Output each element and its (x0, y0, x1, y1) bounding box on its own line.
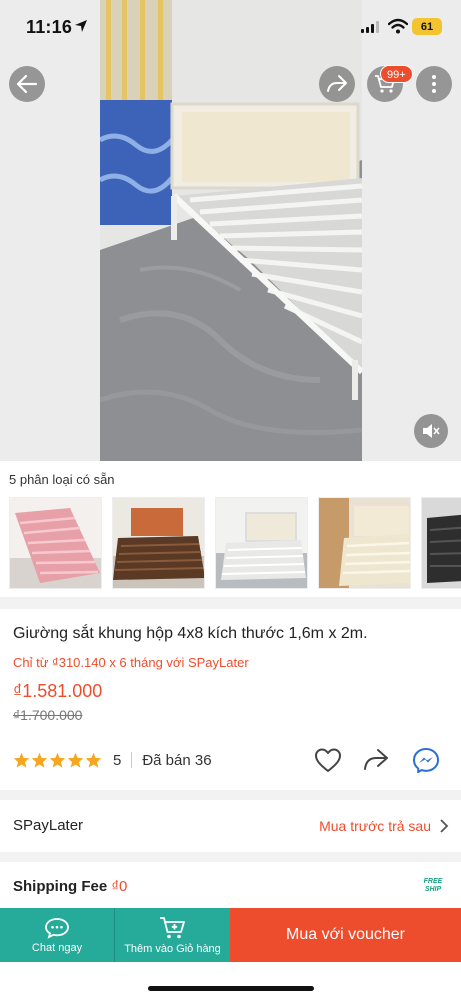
star-icon (49, 752, 66, 768)
variant-thumb-white[interactable] (215, 497, 308, 589)
battery-indicator: 61 (412, 18, 442, 35)
add-to-cart-button[interactable]: Thêm vào Giỏ hàng (115, 908, 230, 962)
cart-count-badge: 99+ (380, 65, 413, 83)
spaylater-value: Mua trước trả sau (319, 818, 431, 834)
add-to-cart-icon (159, 916, 185, 938)
star-icon (85, 752, 102, 768)
product-info: Giường sắt khung hộp 4x8 kích thước 1,6m… (0, 609, 461, 790)
variants-title: 5 phân loại có sẵn (9, 472, 115, 487)
variant-thumb-pink[interactable] (9, 497, 102, 589)
cellular-signal-icon (361, 21, 379, 33)
divider (131, 752, 133, 768)
arrow-left-icon (16, 74, 38, 94)
rating-row[interactable]: 5 Đã bán 36 (13, 749, 212, 771)
product-photo[interactable] (100, 0, 362, 461)
product-title: Giường sắt khung hộp 4x8 kích thước 1,6m… (13, 625, 368, 642)
more-vertical-icon (432, 75, 436, 93)
mute-button[interactable] (414, 414, 448, 448)
buy-with-voucher-button[interactable]: Mua với voucher (230, 908, 461, 962)
star-icon (13, 752, 30, 768)
variant-thumb-brown[interactable] (112, 497, 205, 589)
heart-icon[interactable] (314, 747, 342, 773)
free-ship-badge: FREE SHIP (421, 878, 445, 894)
product-price: ₫1.581.000 (13, 681, 103, 701)
share-icon[interactable] (362, 747, 390, 773)
home-indicator-area (0, 962, 461, 1000)
more-options-button[interactable] (416, 66, 452, 102)
rating-value: 5 (113, 751, 122, 769)
add-to-cart-label: Thêm vào Giỏ hàng (124, 942, 221, 955)
back-button[interactable] (9, 66, 45, 102)
variants-section: 5 phân loại có sẵn (0, 461, 461, 597)
home-indicator[interactable] (148, 986, 314, 991)
variant-thumb-cream[interactable] (318, 497, 411, 589)
bottom-action-bar: Chat ngay Thêm vào Giỏ hàng Mua với vouc… (0, 908, 461, 962)
share-arrow-icon (327, 75, 347, 92)
status-time: 11:16 (26, 17, 73, 37)
share-button[interactable] (319, 66, 355, 102)
chat-bubble-icon (45, 917, 69, 939)
star-icon (67, 752, 84, 768)
spaylater-row[interactable]: SPayLater Mua trước trả sau (0, 800, 461, 852)
product-media[interactable]: 99+ (0, 0, 461, 461)
shipping-row[interactable]: Shipping Fee ₫0 FREE SHIP (0, 862, 461, 908)
sold-count: Đã bán 36 (142, 751, 212, 769)
rating-stars (13, 752, 102, 768)
shipping-fee-label: Shipping Fee (13, 878, 108, 895)
product-original-price: ₫1.700.000 (13, 707, 83, 723)
variant-thumbnails (9, 497, 461, 589)
wifi-icon (388, 18, 408, 34)
free-ship-line2: SHIP (424, 886, 442, 893)
chat-now-button[interactable]: Chat ngay (0, 908, 115, 962)
location-arrow-icon (75, 20, 87, 32)
shipping-label: Shipping Fee ₫0 (13, 878, 127, 895)
chat-now-label: Chat ngay (31, 941, 83, 954)
product-page: 99+ 11:16 61 5 phân loại có sẵn Giường s… (0, 0, 461, 1000)
chevron-right-icon (440, 819, 449, 833)
spaylater-label: SPayLater (13, 817, 84, 834)
status-bar: 11:16 61 (0, 0, 461, 56)
messenger-icon[interactable] (412, 747, 440, 773)
star-icon (31, 752, 48, 768)
speaker-mute-icon (423, 424, 440, 438)
spaylater-installment-text[interactable]: Chỉ từ ₫310.140 x 6 tháng với SPayLater (13, 655, 249, 670)
free-ship-line1: FREE (423, 878, 443, 885)
shipping-fee-value: ₫0 (111, 878, 128, 895)
variant-thumb-black[interactable] (421, 497, 461, 589)
